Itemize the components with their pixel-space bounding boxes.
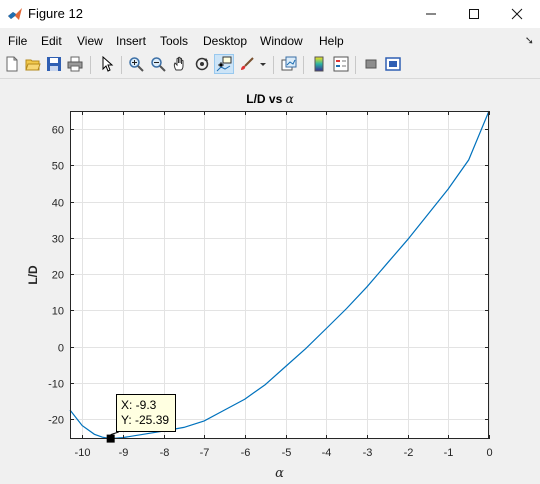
insert-legend-icon <box>333 56 349 72</box>
dropdown-arrow-icon <box>260 63 266 66</box>
toolbar-separator <box>121 56 122 74</box>
print-icon <box>67 56 83 72</box>
insert-colorbar-button[interactable] <box>310 55 328 73</box>
menu-window[interactable]: Window <box>260 34 303 48</box>
zoom-out-icon <box>151 57 166 72</box>
menu-file[interactable]: File <box>8 34 27 48</box>
minimize-icon <box>426 13 436 15</box>
brush-dropdown-button[interactable] <box>258 55 268 73</box>
menu-tools[interactable]: Tools <box>160 34 188 48</box>
close-button[interactable] <box>494 0 540 28</box>
new-figure-button[interactable] <box>3 55 21 73</box>
rotate-3d-button[interactable] <box>193 55 211 73</box>
close-icon <box>511 8 523 20</box>
hide-plot-tools-button[interactable] <box>362 55 380 73</box>
pan-hand-icon <box>173 56 184 71</box>
zoom-in-icon <box>129 57 144 72</box>
title-bar: Figure 12 <box>0 0 540 28</box>
datatip-y: Y: -25.39 <box>121 413 170 427</box>
insert-legend-button[interactable] <box>332 55 350 73</box>
zoom-in-button[interactable] <box>127 55 145 73</box>
menu-view[interactable]: View <box>77 34 103 48</box>
data-cursor-button[interactable] <box>214 54 234 74</box>
menu-dock-arrow-icon[interactable]: ➘ <box>525 34 534 47</box>
toolbar-separator <box>303 56 304 74</box>
link-plot-button[interactable] <box>280 55 298 73</box>
new-figure-icon <box>6 56 18 72</box>
chart-title-text: L/D vs <box>246 92 283 106</box>
maximize-icon <box>469 9 479 19</box>
maximize-button[interactable] <box>451 0 497 28</box>
menu-desktop[interactable]: Desktop <box>203 34 247 48</box>
figure-window: Figure 12 File Edit View Insert Tools De… <box>0 0 540 484</box>
matlab-logo-icon <box>8 8 22 20</box>
figure-toolbar <box>0 52 540 79</box>
datatip-x: X: -9.3 <box>121 398 157 412</box>
edit-plot-button[interactable] <box>98 55 116 73</box>
chart-title: L/D vs α <box>0 92 540 106</box>
rotate-3d-icon <box>195 57 209 71</box>
menu-help[interactable]: Help <box>319 34 344 48</box>
hide-plot-tools-icon <box>365 59 377 69</box>
save-icon <box>47 57 61 71</box>
toolbar-separator <box>355 56 356 74</box>
chart-title-symbol: α <box>285 92 294 106</box>
menu-insert[interactable]: Insert <box>116 34 146 48</box>
zoom-out-button[interactable] <box>149 55 167 73</box>
show-plot-tools-icon <box>385 57 401 71</box>
toolbar-separator <box>90 56 91 74</box>
toolbar-separator <box>273 56 274 74</box>
open-file-button[interactable] <box>24 55 42 73</box>
datatip[interactable]: X: -9.3 Y: -25.39 <box>116 394 176 432</box>
print-button[interactable] <box>66 55 84 73</box>
menu-edit[interactable]: Edit <box>41 34 62 48</box>
brush-icon <box>241 57 254 70</box>
save-button[interactable] <box>45 55 63 73</box>
open-file-icon <box>25 59 41 71</box>
brush-button[interactable] <box>238 55 256 73</box>
data-cursor-icon <box>216 56 232 72</box>
edit-plot-arrow-icon <box>102 56 114 72</box>
minimize-button[interactable] <box>408 0 454 28</box>
figure-area <box>0 79 540 484</box>
pan-button[interactable] <box>171 55 189 73</box>
link-plot-icon <box>281 56 297 71</box>
show-plot-tools-button[interactable] <box>384 55 402 73</box>
window-title: Figure 12 <box>28 6 83 21</box>
insert-colorbar-icon <box>314 56 324 72</box>
menu-bar: File Edit View Insert Tools Desktop Wind… <box>0 28 540 52</box>
